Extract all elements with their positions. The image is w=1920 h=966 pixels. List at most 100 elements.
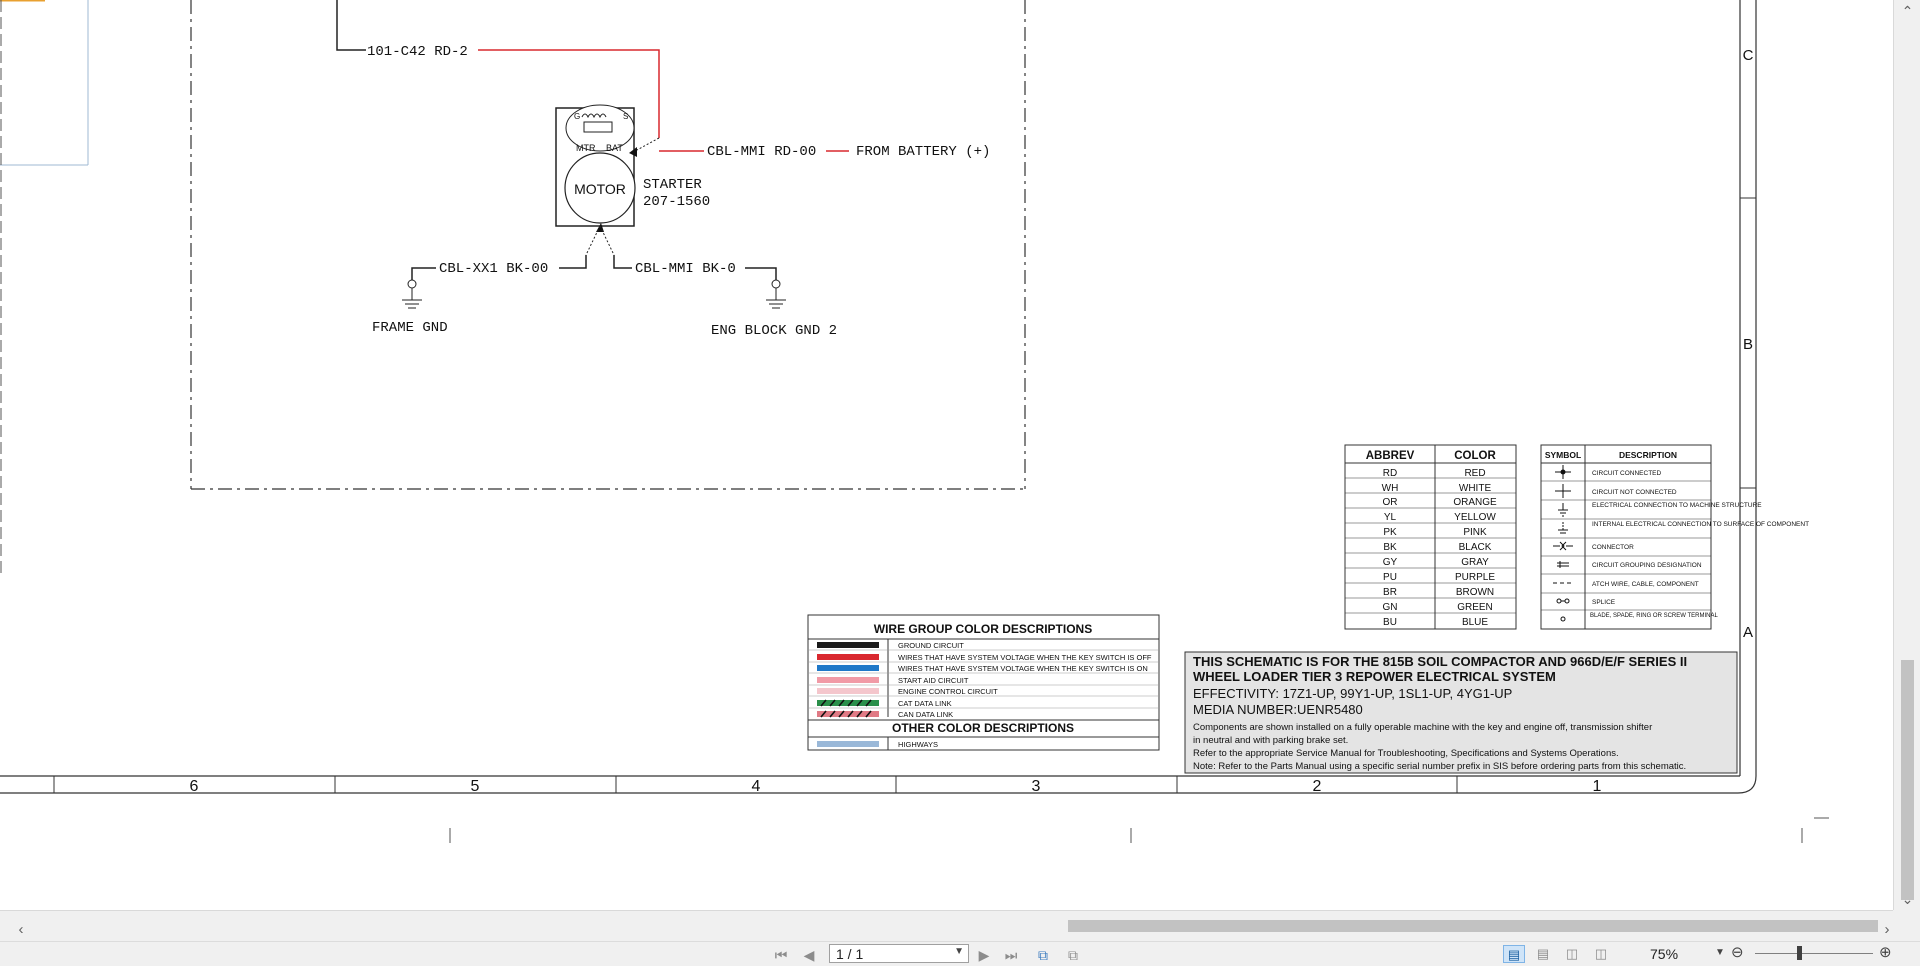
frame-ground-label: FRAME GND: [372, 320, 448, 336]
wire-label-101-c42: 101-C42 RD-2: [367, 44, 468, 60]
last-page-icon[interactable]: ⏭: [1000, 945, 1022, 965]
symbol-header: SYMBOL: [1545, 450, 1581, 460]
scroll-up-icon[interactable]: ⌃: [1894, 2, 1920, 20]
legend-row-label: WIRES THAT HAVE SYSTEM VOLTAGE WHEN THE …: [898, 664, 1148, 673]
color-cell: BLACK: [1459, 542, 1492, 553]
zone-3: 3: [1032, 778, 1041, 795]
battery-source-label: FROM BATTERY (+): [856, 144, 990, 160]
horizontal-scroll-thumb[interactable]: [1068, 920, 1878, 932]
prev-page-icon[interactable]: ◀: [798, 945, 820, 965]
zone-5: 5: [471, 778, 480, 795]
color-cell: YELLOW: [1454, 512, 1496, 523]
title-line-1: THIS SCHEMATIC IS FOR THE 815B SOIL COMP…: [1193, 654, 1687, 669]
abbrev-cell: GY: [1383, 557, 1398, 568]
zoom-out-icon[interactable]: ⊖: [1731, 943, 1744, 961]
terminal-g: G: [574, 112, 580, 121]
symbol-description: CIRCUIT GROUPING DESIGNATION: [1592, 562, 1702, 569]
abbrev-cell: BK: [1383, 542, 1397, 553]
zone-b: B: [1743, 336, 1753, 353]
symbol-description: SPLICE: [1592, 599, 1616, 606]
zoom-slider-thumb[interactable]: [1797, 946, 1802, 960]
symbol-description-table: SYMBOL DESCRIPTION CIRCUIT CONNECTED CIR…: [1540, 444, 1809, 630]
wire-group-legend-title: WIRE GROUP COLOR DESCRIPTIONS: [874, 622, 1092, 636]
terminal-s: S: [623, 112, 628, 121]
legend-row-label: HIGHWAYS: [898, 740, 938, 749]
wire-label-cbl-mmi-rd: CBL-MMI RD-00: [707, 144, 816, 160]
zoom-chevron-down-icon[interactable]: ▼: [1715, 947, 1725, 958]
color-cell: GRAY: [1461, 557, 1489, 568]
color-cell: ORANGE: [1453, 497, 1497, 508]
color-cell: BLUE: [1462, 617, 1488, 628]
continuous-view-icon[interactable]: ▤: [1532, 945, 1554, 963]
note-2: in neutral and with parking brake set.: [1193, 735, 1348, 746]
chevron-down-icon[interactable]: ▼: [954, 946, 964, 957]
zone-2: 2: [1313, 778, 1322, 795]
abbrev-cell: PU: [1383, 572, 1397, 583]
next-page-icon[interactable]: ▶: [973, 945, 995, 965]
description-header: DESCRIPTION: [1619, 450, 1677, 460]
status-bar: ⏮ ◀ 1 / 1 ▼ ▶ ⏭ ⧉ ⧉ ▤ ▤ ◫ ◫ 75% ▼ ⊖ ⊕: [0, 941, 1920, 966]
page-indicator: 1 / 1: [836, 946, 864, 962]
two-page-view-icon[interactable]: ◫: [1561, 945, 1583, 963]
abbrev-cell: RD: [1383, 468, 1397, 479]
vertical-scrollbar[interactable]: ⌃ ⌄: [1893, 0, 1920, 910]
document-viewport[interactable]: 101-C42 RD-2 CBL-MMI RD-00 FROM BATTERY …: [0, 0, 1893, 910]
effectivity: EFFECTIVITY: 17Z1-UP, 99Y1-UP, 1SL1-UP, …: [1193, 686, 1512, 701]
note-4: Note: Refer to the Parts Manual using a …: [1193, 761, 1686, 772]
color-cell: BROWN: [1456, 587, 1494, 598]
eng-block-ground-label: ENG BLOCK GND 2: [711, 323, 837, 339]
color-cell: GREEN: [1457, 602, 1493, 613]
color-cell: PURPLE: [1455, 572, 1495, 583]
legend-row-label: WIRES THAT HAVE SYSTEM VOLTAGE WHEN THE …: [898, 653, 1152, 662]
zone-1: 1: [1593, 778, 1602, 795]
zone-a: A: [1743, 624, 1753, 641]
zoom-in-icon[interactable]: ⊕: [1879, 943, 1892, 961]
symbol-description: ATCH WIRE, CABLE, COMPONENT: [1592, 581, 1699, 588]
note-3: Refer to the appropriate Service Manual …: [1193, 748, 1619, 759]
terminal-mtr: MTR: [576, 143, 596, 153]
wire-label-cbl-xx1: CBL-XX1 BK-00: [439, 261, 548, 277]
abbrev-cell: PK: [1383, 527, 1397, 538]
color-cell: WHITE: [1459, 483, 1492, 494]
first-page-icon[interactable]: ⏮: [770, 945, 792, 965]
abbrev-cell: BU: [1383, 617, 1397, 628]
symbol-description: CONNECTOR: [1592, 544, 1634, 551]
symbol-description: CIRCUIT NOT CONNECTED: [1592, 489, 1677, 496]
color-abbreviation-table: ABBREV COLOR RD RED WH WHITE OR ORANGE Y…: [1344, 444, 1517, 630]
scroll-down-icon[interactable]: ⌄: [1894, 890, 1920, 908]
wire-label-cbl-mmi-bk: CBL-MMI BK-0: [635, 261, 736, 277]
zoom-slider-track[interactable]: [1755, 953, 1873, 954]
symbol-description: CIRCUIT CONNECTED: [1592, 470, 1662, 477]
scroll-left-icon[interactable]: ‹: [12, 921, 30, 939]
terminal-bat: BAT: [606, 143, 623, 153]
symbol-description: INTERNAL ELECTRICAL CONNECTION TO SURFAC…: [1592, 521, 1809, 528]
legend-row-label: START AID CIRCUIT: [898, 676, 969, 685]
color-cell: PINK: [1463, 527, 1487, 538]
abbrev-cell: BR: [1383, 587, 1397, 598]
next-view-icon[interactable]: ⧉: [1062, 945, 1084, 965]
zone-c: C: [1743, 47, 1754, 64]
title-line-2: WHEEL LOADER TIER 3 REPOWER ELECTRICAL S…: [1193, 669, 1556, 684]
color-header: COLOR: [1454, 450, 1496, 462]
previous-view-icon[interactable]: ⧉: [1032, 945, 1054, 965]
single-page-view-icon[interactable]: ▤: [1503, 945, 1525, 963]
vertical-scroll-thumb[interactable]: [1901, 660, 1914, 900]
title-block: THIS SCHEMATIC IS FOR THE 815B SOIL COMP…: [1184, 651, 1738, 774]
legend-row-label: CAT DATA LINK: [898, 699, 952, 708]
legend-row-label: GROUND CIRCUIT: [898, 641, 964, 650]
page-number-input[interactable]: 1 / 1 ▼: [829, 944, 969, 963]
motor-label: MOTOR: [574, 181, 626, 197]
abbrev-header: ABBREV: [1366, 450, 1415, 462]
abbrev-cell: YL: [1384, 512, 1397, 523]
media-number: MEDIA NUMBER:UENR5480: [1193, 702, 1363, 717]
other-color-legend-title: OTHER COLOR DESCRIPTIONS: [892, 721, 1074, 735]
legend-row-label: CAN DATA LINK: [898, 710, 953, 719]
abbrev-cell: GN: [1383, 602, 1398, 613]
note-1: Components are shown installed on a full…: [1193, 722, 1652, 733]
zone-4: 4: [752, 778, 761, 795]
symbol-description: BLADE, SPADE, RING OR SCREW TERMINAL: [1590, 613, 1718, 619]
zoom-level[interactable]: 75%: [1650, 946, 1678, 962]
abbrev-cell: WH: [1382, 483, 1399, 494]
two-page-continuous-view-icon[interactable]: ◫: [1590, 945, 1612, 963]
zone-6: 6: [190, 778, 199, 795]
